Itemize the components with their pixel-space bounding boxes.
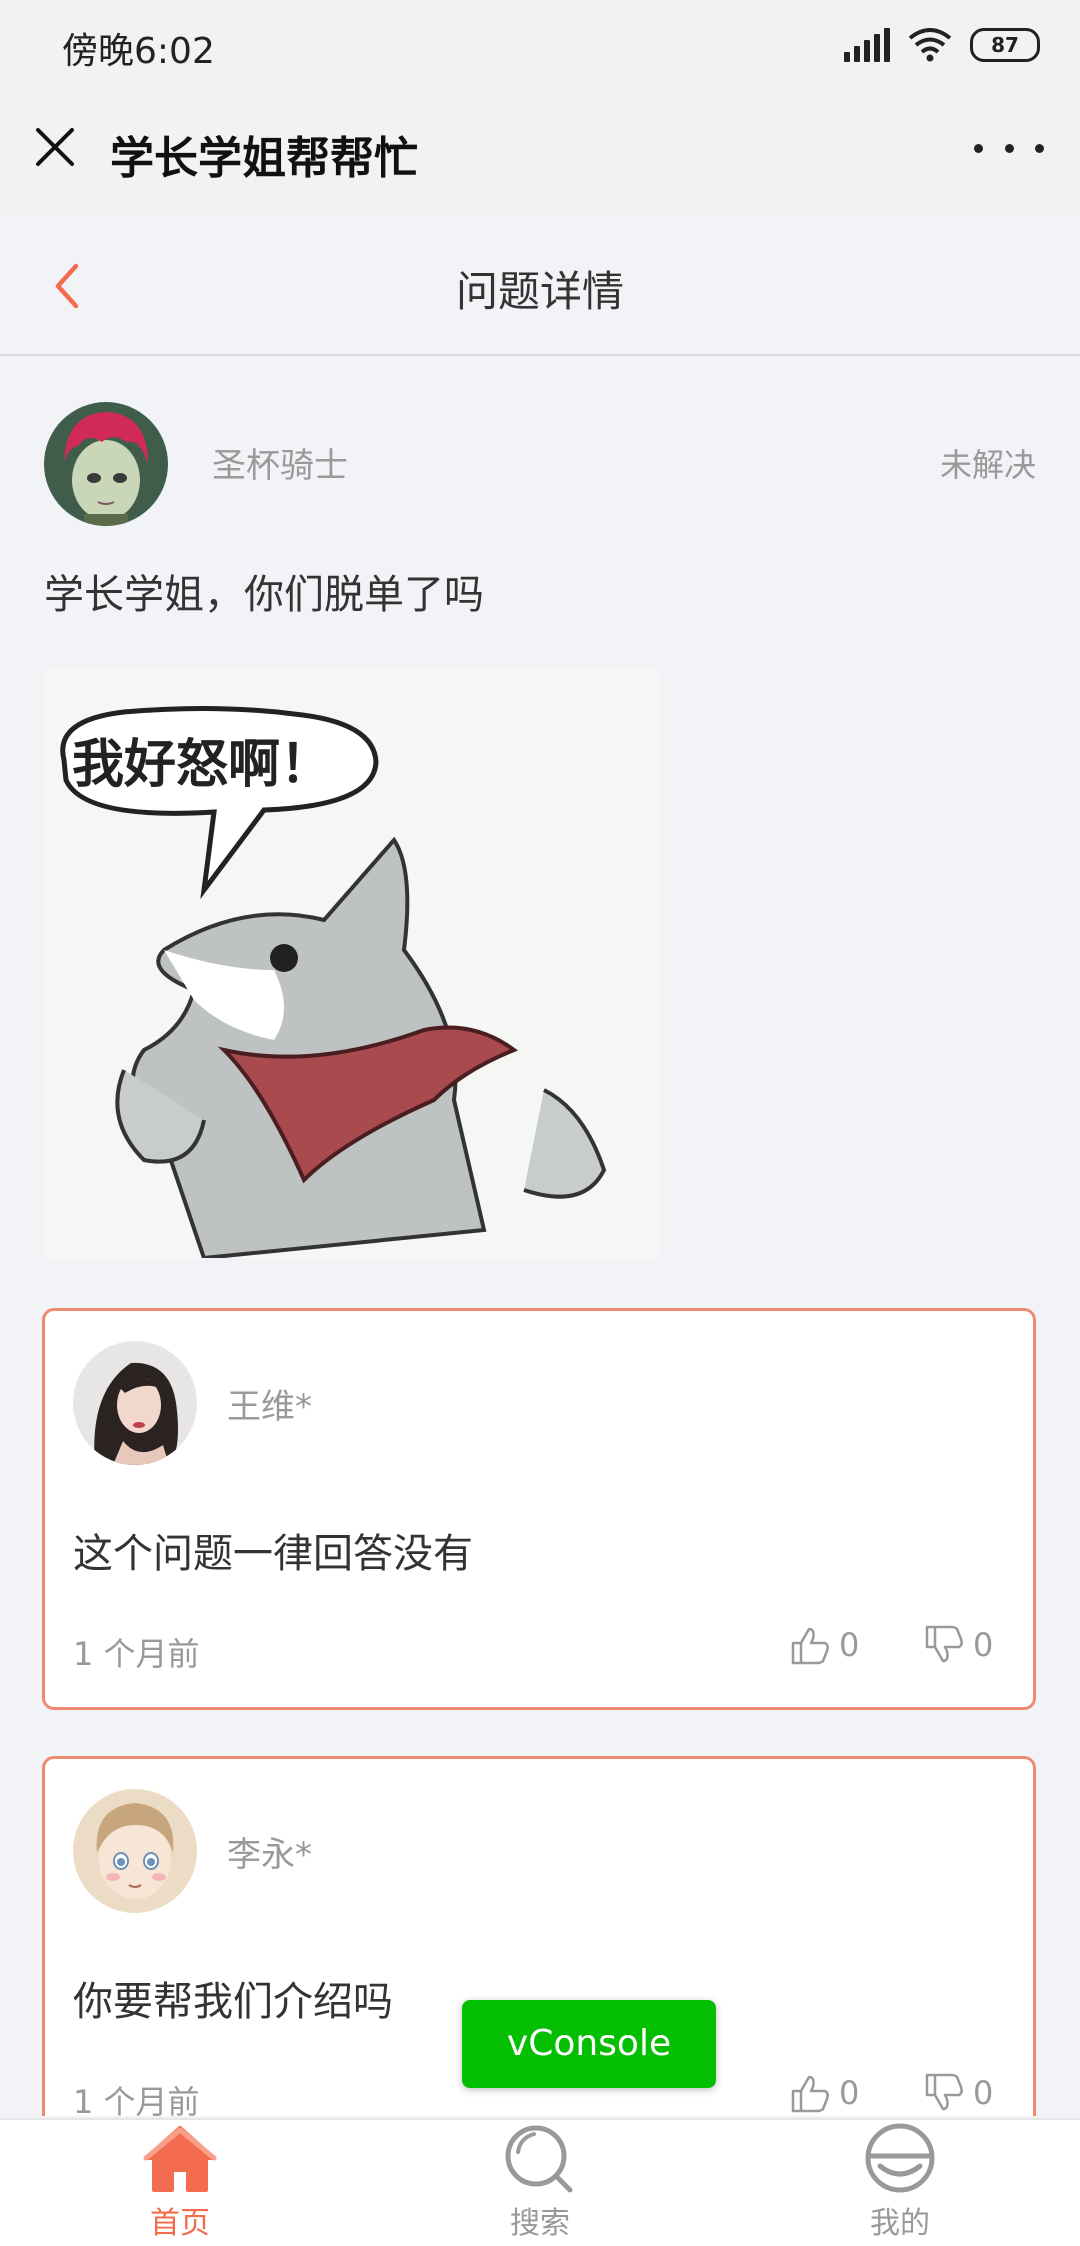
answer-avatar[interactable] bbox=[73, 1341, 197, 1465]
tab-profile[interactable]: 我的 bbox=[720, 2120, 1080, 2246]
dislike-count: 0 bbox=[973, 2074, 994, 2112]
question-image[interactable]: 我好怒啊！ bbox=[44, 670, 660, 1258]
status-bar: 傍晚6:02 87 bbox=[0, 0, 1080, 94]
tab-label: 首页 bbox=[150, 2206, 210, 2241]
like-count: 0 bbox=[839, 2074, 860, 2112]
answer-time: 1 个月前 bbox=[73, 2083, 200, 2116]
search-icon bbox=[505, 2125, 573, 2193]
bottom-tab-bar: 首页 搜索 我的 bbox=[0, 2118, 1080, 2246]
battery-indicator: 87 bbox=[970, 28, 1040, 62]
wifi-icon bbox=[908, 28, 952, 62]
thumbs-up-icon bbox=[791, 2075, 829, 2113]
profile-icon bbox=[865, 2123, 935, 2193]
like-button[interactable]: 0 bbox=[789, 2071, 859, 2115]
status-icons: 87 bbox=[844, 28, 1040, 62]
like-button[interactable]: 0 bbox=[789, 1623, 859, 1667]
avatar-woman-photo bbox=[73, 1341, 197, 1465]
tab-label: 搜索 bbox=[510, 2206, 570, 2241]
close-icon bbox=[36, 128, 74, 166]
question-detail-content: 圣杯骑士 未解决 学长学姐，你们脱单了吗 我好怒啊！ 王维* 这个问题一律回答没… bbox=[0, 356, 1080, 2116]
tab-search[interactable]: 搜索 bbox=[360, 2120, 720, 2246]
answer-time: 1 个月前 bbox=[73, 1635, 200, 1673]
thumbs-down-icon bbox=[925, 2073, 963, 2111]
dislike-count: 0 bbox=[973, 1626, 994, 1664]
author-name: 圣杯骑士 bbox=[212, 446, 348, 486]
speech-bubble-text: 我好怒啊！ bbox=[72, 735, 332, 795]
question-text: 学长学姐，你们脱单了吗 bbox=[44, 572, 484, 618]
more-dot-icon bbox=[974, 143, 983, 153]
dislike-button[interactable]: 0 bbox=[923, 2071, 993, 2115]
answer-avatar[interactable] bbox=[73, 1789, 197, 1913]
status-time: 傍晚6:02 bbox=[62, 31, 215, 72]
like-count: 0 bbox=[839, 1626, 860, 1664]
app-title: 学长学姐帮帮忙 bbox=[110, 133, 418, 184]
mini-program-header: 学长学姐帮帮忙 bbox=[0, 94, 1080, 216]
dislike-button[interactable]: 0 bbox=[923, 1623, 993, 1667]
close-button[interactable] bbox=[30, 122, 80, 172]
more-dot-icon bbox=[1004, 143, 1014, 153]
page-title: 问题详情 bbox=[455, 267, 624, 316]
home-icon bbox=[143, 2126, 217, 2192]
avatar-cartoon-boy bbox=[73, 1789, 197, 1913]
nav-bar: 问题详情 bbox=[0, 216, 1080, 356]
more-menu-button[interactable] bbox=[974, 118, 1044, 178]
answer-author-name: 李永* bbox=[227, 1835, 312, 1875]
vconsole-button[interactable]: vConsole bbox=[462, 2000, 716, 2088]
signal-icon bbox=[844, 28, 890, 62]
thumbs-up-icon bbox=[791, 1627, 829, 1665]
tab-label: 我的 bbox=[870, 2206, 930, 2241]
answer-text: 这个问题一律回答没有 bbox=[73, 1531, 473, 1577]
husky-meme-illustration: 我好怒啊！ bbox=[44, 670, 660, 1258]
answer-author-name: 王维* bbox=[227, 1387, 312, 1427]
question-status: 未解决 bbox=[939, 446, 1036, 484]
tab-home[interactable]: 首页 bbox=[0, 2120, 360, 2246]
answer-card: 王维* 这个问题一律回答没有 1 个月前 0 0 bbox=[42, 1308, 1036, 1710]
answer-text: 你要帮我们介绍吗 bbox=[73, 1979, 393, 2025]
thumbs-down-icon bbox=[925, 1625, 963, 1663]
avatar-anime-knight bbox=[44, 402, 168, 526]
author-avatar[interactable] bbox=[44, 402, 168, 526]
more-dot-icon bbox=[1035, 143, 1044, 153]
